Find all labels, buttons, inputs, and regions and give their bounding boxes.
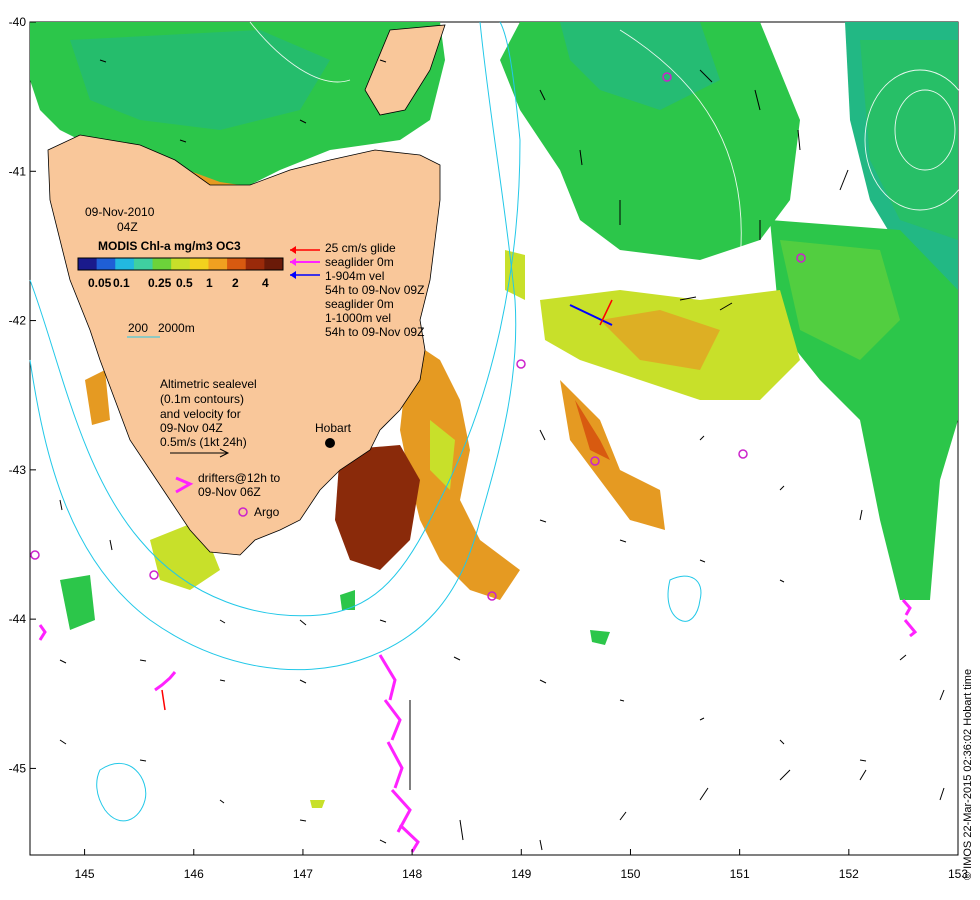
legend-time: 04Z [117, 220, 138, 234]
y-tick-label: -45 [9, 761, 27, 775]
isobath-2000: 2000m [158, 321, 195, 335]
alt-text-5: 0.5m/s (1kt 24h) [160, 435, 247, 449]
y-tick-label: -41 [9, 164, 27, 178]
colorbar-segment [115, 258, 135, 270]
hobart-marker [325, 438, 335, 448]
alt-text-3: and velocity for [160, 407, 241, 421]
argo-text: Argo [254, 505, 280, 519]
x-tick-label: 152 [839, 867, 859, 881]
glider-text-4: 54h to 09-Nov 09Z [325, 283, 424, 297]
colorbar-tick-label: 0.5 [176, 276, 193, 290]
y-tick-label: -44 [9, 612, 27, 626]
alt-text-1: Altimetric sealevel [160, 377, 257, 391]
glider-text-1: 25 cm/s glide [325, 241, 396, 255]
colorbar-title: MODIS Chl-a mg/m3 OC3 [98, 239, 241, 253]
x-tick-label: 150 [620, 867, 640, 881]
colorbar-segment [245, 258, 265, 270]
x-tick-label: 151 [730, 867, 750, 881]
y-tick-label: -43 [9, 463, 27, 477]
glider-text-2: seaglider 0m [325, 255, 394, 269]
x-tick-label: 146 [184, 867, 204, 881]
alt-text-2: (0.1m contours) [160, 392, 244, 406]
glider-text-3: 1-904m vel [325, 269, 384, 283]
x-tick-label: 145 [75, 867, 95, 881]
glider-text-5: seaglider 0m [325, 297, 394, 311]
colorbar-tick-label: 0.1 [113, 276, 130, 290]
drifters-text-2: 09-Nov 06Z [198, 485, 261, 499]
chlorophyll-map: Hobart 09-Nov-2010 04Z MODIS Chl-a mg/m3… [9, 15, 976, 881]
x-tick-label: 147 [293, 867, 313, 881]
y-tick-label: -42 [9, 314, 27, 328]
colorbar-tick-label: 0.25 [148, 276, 172, 290]
colorbar-segment [171, 258, 191, 270]
colorbar-segment [133, 258, 154, 270]
colorbar-segment [96, 258, 116, 270]
colorbar-segment [264, 258, 284, 270]
y-tick-label: -40 [9, 15, 27, 29]
colorbar-segment [152, 258, 172, 270]
x-tick-label: 149 [511, 867, 531, 881]
credit-text: © IMOS 22-Mar-2015 02:36:02 Hobart time [962, 668, 974, 880]
colorbar-segment [189, 258, 209, 270]
colorbar-tick-label: 0.05 [88, 276, 112, 290]
colorbar-segment [227, 258, 247, 270]
alt-text-4: 09-Nov 04Z [160, 421, 223, 435]
colorbar [77, 257, 284, 271]
glider-text-7: 54h to 09-Nov 09Z [325, 325, 424, 339]
isobath-200: 200 [128, 321, 148, 335]
colorbar-tick-label: 2 [232, 276, 239, 290]
colorbar-tick-label: 1 [206, 276, 213, 290]
drifters-text-1: drifters@12h to [198, 471, 281, 485]
colorbar-segment [208, 258, 228, 270]
colorbar-tick-label: 4 [262, 276, 269, 290]
glider-text-6: 1-1000m vel [325, 311, 391, 325]
colorbar-segment [78, 258, 98, 270]
legend-date: 09-Nov-2010 [85, 205, 155, 219]
hobart-label: Hobart [315, 421, 352, 435]
x-tick-label: 148 [402, 867, 422, 881]
